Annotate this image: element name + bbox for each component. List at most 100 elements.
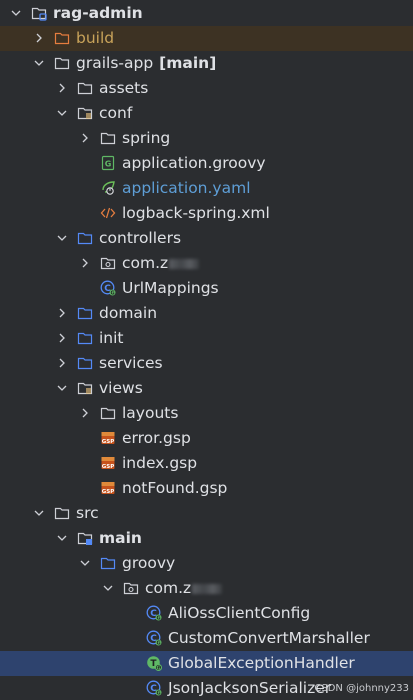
tree-item-label: assets [99, 78, 148, 99]
tree-item-label: groovy [122, 553, 175, 574]
chevron-down-icon[interactable] [101, 581, 115, 595]
tree-item-label: init [99, 328, 124, 349]
tree-item-label: GlobalExceptionHandler [168, 653, 355, 674]
folder-icon [77, 82, 93, 95]
tree-item-label: controllers [99, 228, 181, 249]
tree-item-label: spring [122, 128, 170, 149]
tree-row[interactable]: C G CustomConvertMarshaller [0, 626, 413, 651]
tree-item-text: main [99, 529, 142, 547]
tree-row[interactable]: GSP index.gsp [0, 451, 413, 476]
folder-source-icon [77, 357, 93, 370]
svg-text:G: G [105, 160, 112, 169]
chevron-right-icon[interactable] [78, 406, 92, 420]
chevron-right-icon[interactable] [55, 306, 69, 320]
folder-module-icon [77, 532, 93, 545]
chevron-right-icon[interactable] [55, 81, 69, 95]
groovy-trait-icon: TG [147, 656, 162, 671]
tree-item-label: application.yaml [122, 178, 251, 199]
chevron-down-icon[interactable] [32, 56, 46, 70]
tree-row[interactable]: logback-spring.xml [0, 201, 413, 226]
tree-row[interactable]: T G GlobalExceptionHandler [0, 651, 413, 676]
folder-icon [100, 407, 116, 420]
folder-icon [54, 57, 70, 70]
tree-row[interactable]: rag-admin [0, 1, 413, 26]
tree-item-text: rag-admin [53, 4, 143, 22]
chevron-right-icon[interactable] [55, 331, 69, 345]
tree-item-text: init [99, 329, 124, 347]
tree-item-label: grails-app [main] [76, 53, 216, 74]
tree-row[interactable]: Gapplication.groovy [0, 151, 413, 176]
module-folder-icon [31, 7, 47, 21]
tree-item-text: spring [122, 129, 171, 147]
tree-item-label: build [76, 28, 114, 49]
tree-item-text: notFound.gsp [122, 479, 228, 497]
chevron-down-icon[interactable] [9, 6, 23, 20]
tree-item-label: JsonJacksonSerializer [168, 678, 331, 699]
svg-text:G: G [156, 616, 160, 621]
redacted-text [192, 583, 223, 594]
tree-item-text: logback-spring.xml [122, 204, 270, 222]
tree-row[interactable]: spring [0, 126, 413, 151]
tree-item-label: logback-spring.xml [122, 203, 270, 224]
tree-item-text: CustomConvertMarshaller [168, 629, 370, 647]
chevron-right-icon[interactable] [78, 256, 92, 270]
tree-item-text: groovy [122, 554, 176, 572]
chevron-right-icon[interactable] [78, 131, 92, 145]
chevron-down-icon[interactable] [55, 106, 69, 120]
chevron-right-icon[interactable] [55, 356, 69, 370]
svg-text:GSP: GSP [102, 464, 115, 470]
tree-item-text: UrlMappings [122, 279, 219, 297]
svg-text:G: G [110, 291, 114, 296]
tree-item-text: controllers [99, 229, 182, 247]
tree-row[interactable]: domain [0, 301, 413, 326]
groovy-class-icon: CG [146, 630, 162, 646]
chevron-down-icon[interactable] [55, 381, 69, 395]
tree-row[interactable]: C G AliOssClientConfig [0, 601, 413, 626]
tree-row[interactable]: application.yaml [0, 176, 413, 201]
tree-item-label: application.groovy [122, 153, 266, 174]
tree-item-label: conf [99, 103, 132, 124]
tree-row[interactable]: build [0, 26, 413, 51]
tree-item-text: build [76, 29, 115, 47]
tree-row[interactable]: conf [0, 101, 413, 126]
tree-row[interactable]: controllers [0, 226, 413, 251]
tree-row[interactable]: C G UrlMappings [0, 276, 413, 301]
tree-item-label: com.z [122, 253, 200, 274]
chevron-down-icon[interactable] [55, 231, 69, 245]
chevron-down-icon[interactable] [32, 506, 46, 520]
package-icon [100, 257, 116, 270]
tree-row[interactable]: com.z [0, 251, 413, 276]
svg-text:G: G [156, 641, 160, 646]
tree-item-text: com.z [122, 254, 169, 272]
chevron-down-icon[interactable] [55, 531, 69, 545]
xml-file-icon [100, 207, 116, 219]
chevron-right-icon[interactable] [32, 31, 46, 45]
svg-text:GSP: GSP [102, 439, 115, 445]
tree-row[interactable]: src [0, 501, 413, 526]
tree-item-label: CustomConvertMarshaller [168, 628, 370, 649]
tree-row[interactable]: services [0, 351, 413, 376]
svg-text:GSP: GSP [102, 489, 115, 495]
tree-row[interactable]: com.z [0, 576, 413, 601]
tree-row[interactable]: groovy [0, 551, 413, 576]
branch-label: [main] [159, 54, 217, 72]
gsp-file-icon: GSP [101, 457, 115, 470]
folder-icon [100, 132, 116, 145]
tree-item-label: UrlMappings [122, 278, 219, 299]
chevron-down-icon[interactable] [78, 556, 92, 570]
tree-item-text: JsonJacksonSerializer [168, 679, 332, 697]
tree-row[interactable]: grails-app [main] [0, 51, 413, 76]
folder-source-icon [100, 557, 116, 570]
folder-resources-icon [77, 107, 93, 120]
tree-item-text: conf [99, 104, 133, 122]
tree-row[interactable]: GSP error.gsp [0, 426, 413, 451]
tree-row[interactable]: main [0, 526, 413, 551]
tree-row[interactable]: layouts [0, 401, 413, 426]
folder-source-icon [77, 307, 93, 320]
folder-resources-icon [77, 382, 93, 395]
tree-row[interactable]: assets [0, 76, 413, 101]
tree-item-label: main [99, 528, 142, 549]
tree-row[interactable]: init [0, 326, 413, 351]
tree-row[interactable]: views [0, 376, 413, 401]
tree-row[interactable]: GSP notFound.gsp [0, 476, 413, 501]
